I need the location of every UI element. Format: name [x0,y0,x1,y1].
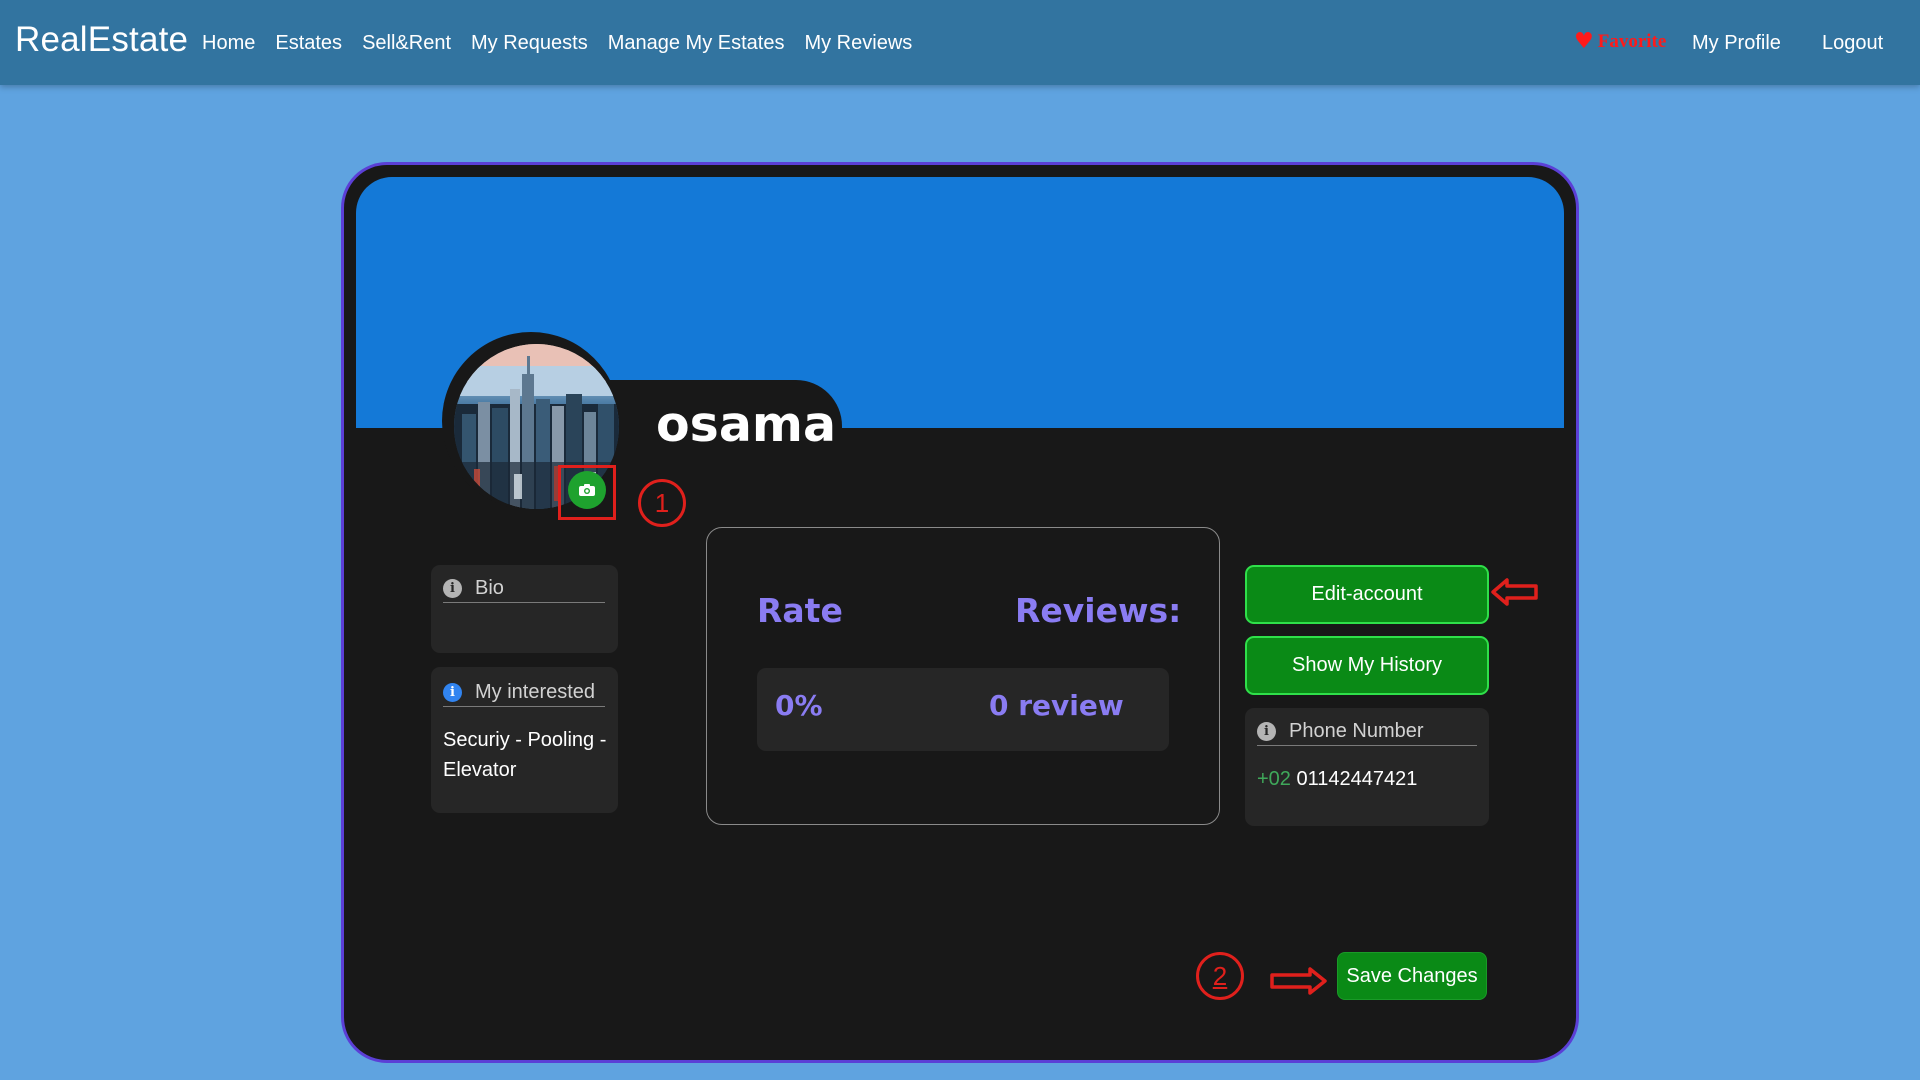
info-icon: i [443,579,462,598]
interested-panel: i My interested Securiy - Pooling - Elev… [431,667,618,813]
brand-logo[interactable]: RealEstate [15,20,188,60]
phone-header: i Phone Number [1257,720,1477,746]
nav-my-requests[interactable]: My Requests [471,32,588,55]
phone-number: 01142447421 [1296,768,1418,790]
nav-manage-my-estates[interactable]: Manage My Estates [608,32,785,55]
phone-country-code: +02 [1257,768,1291,790]
annotation-highlight-box [558,465,616,520]
bio-title: Bio [475,577,504,599]
nav-links: Home Estates Sell&Rent My Requests Manag… [202,32,932,55]
rate-label: Rate [757,591,843,630]
interested-header: i My interested [443,681,605,707]
nav-sell-rent[interactable]: Sell&Rent [362,32,451,55]
show-my-history-button[interactable]: Show My History [1245,636,1489,695]
annotation-arrow-right-icon [1270,967,1327,995]
favorite-label: Favorite [1597,31,1667,52]
bio-header: i Bio [443,577,605,603]
heart-icon: ♥ [1574,29,1594,54]
nav-my-reviews[interactable]: My Reviews [804,32,912,55]
rate-value: 0% [775,689,823,722]
info-icon: i [443,683,462,702]
reviews-value: 0 review [989,689,1124,722]
phone-value: +02 01142447421 [1257,768,1417,791]
logout-link[interactable]: Logout [1822,32,1883,55]
reviews-label: Reviews: [1015,591,1182,630]
interested-title: My interested [475,681,596,703]
annotation-marker-1: 1 [638,479,686,527]
top-navbar: RealEstate Home Estates Sell&Rent My Req… [0,0,1920,85]
edit-account-button[interactable]: Edit-account [1245,565,1489,624]
profile-username: osama [656,396,837,453]
favorite-link[interactable]: ♥ Favorite [1574,31,1666,53]
nav-estates[interactable]: Estates [275,32,342,55]
annotation-marker-2: 2 [1196,952,1244,1000]
nav-home[interactable]: Home [202,32,255,55]
my-profile-link[interactable]: My Profile [1692,32,1781,55]
bio-panel: i Bio [431,565,618,653]
annotation-arrow-left-icon [1491,578,1538,606]
phone-panel: i Phone Number +02 01142447421 [1245,708,1489,826]
save-changes-button[interactable]: Save Changes [1337,952,1487,1000]
interested-text: Securiy - Pooling - Elevator [443,729,607,781]
phone-title: Phone Number [1289,720,1424,742]
info-icon: i [1257,722,1276,741]
